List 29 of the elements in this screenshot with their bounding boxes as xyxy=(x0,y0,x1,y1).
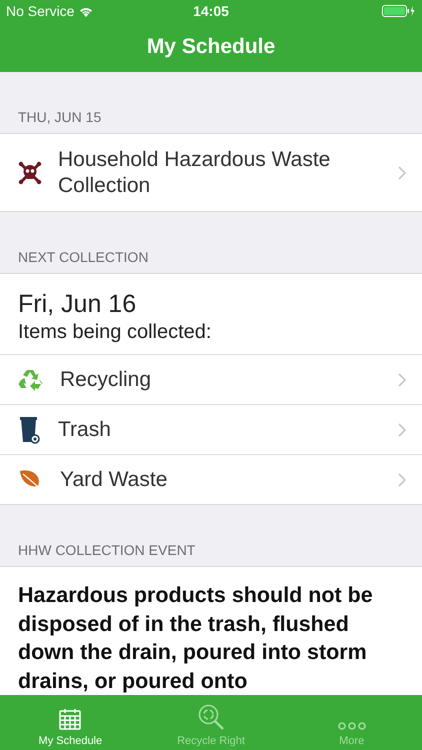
row-label: Trash xyxy=(58,416,112,442)
chevron-icon xyxy=(398,472,406,486)
row-label: Household Hazardous Waste Collection xyxy=(58,146,332,198)
battery-icon xyxy=(382,5,416,17)
section-header: NEXT COLLECTION xyxy=(18,249,148,265)
notice-text: Hazardous products should not be disposed of in the trash, flushed down the drain, poured into storm drains, or poured onto xyxy=(17,582,374,694)
trash-bin-icon xyxy=(18,416,42,444)
list-row[interactable]: Yard Waste xyxy=(0,454,422,504)
row-label: Recycling xyxy=(60,366,152,392)
search-icon xyxy=(198,704,224,730)
items-label: Items being collected: xyxy=(17,321,212,345)
carrier-name: No Service xyxy=(6,3,74,19)
calendar-icon xyxy=(59,708,82,730)
list-row[interactable]: Household Hazardous Waste Collection xyxy=(0,134,422,211)
skull-icon xyxy=(18,160,42,184)
section-header: HHW COLLECTION EVENT xyxy=(18,542,196,558)
recycle-icon xyxy=(18,368,44,392)
clock-time: 14:05 xyxy=(192,3,230,19)
screen-title: My Schedule xyxy=(146,35,276,59)
wifi-icon xyxy=(79,6,94,16)
chevron-icon xyxy=(398,166,406,180)
chevron-icon xyxy=(398,372,406,386)
list-row[interactable]: Recycling xyxy=(0,354,422,404)
collection-date: Fri, Jun 16 xyxy=(17,289,138,320)
section-header: THU, JUN 15 xyxy=(18,109,102,125)
list-row[interactable]: Trash xyxy=(0,404,422,454)
more-icon xyxy=(338,722,366,730)
chevron-icon xyxy=(398,422,406,436)
row-label: Yard Waste xyxy=(60,466,168,492)
